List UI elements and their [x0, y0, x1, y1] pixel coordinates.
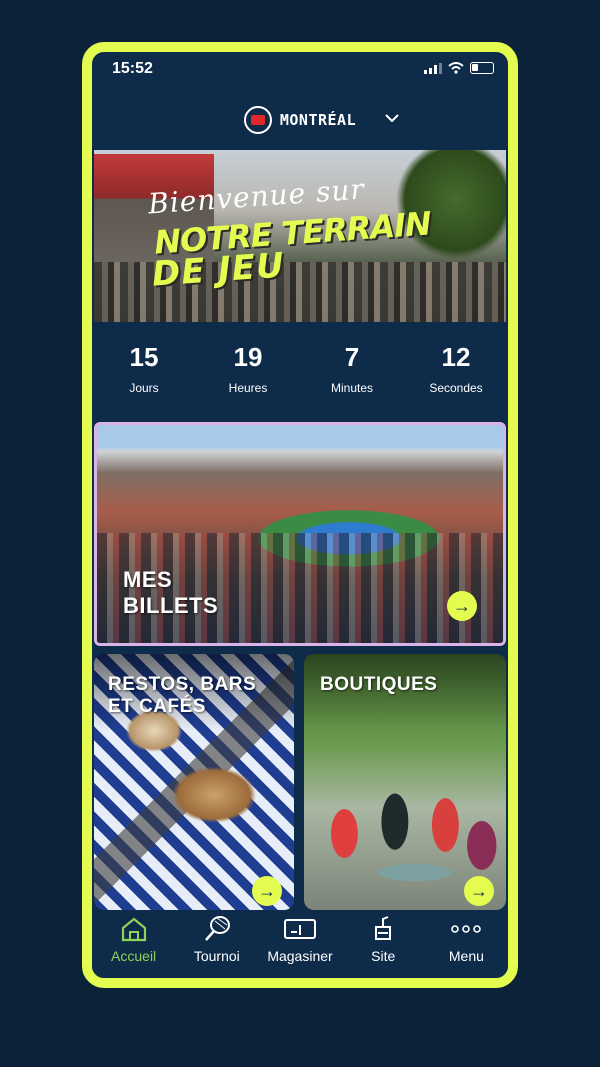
tab-label: Accueil — [111, 948, 157, 964]
countdown-value: 19 — [233, 342, 263, 372]
tab-label: Magasiner — [267, 948, 333, 964]
restaurants-title-line1: RESTOS, BARS — [108, 674, 257, 695]
countdown-value: 7 — [344, 342, 360, 372]
countdown-hours: 19 Heures — [196, 322, 300, 414]
tab-site[interactable]: Site — [342, 910, 425, 978]
signal-icon — [424, 63, 442, 74]
phone-frame: 15:52 MONTRÉAL Bienvenue sur NOTRE TERRA… — [82, 42, 518, 988]
status-icons — [424, 62, 494, 74]
countdown-label: Heures — [228, 381, 268, 395]
bottom-tab-bar: Accueil Tournoi Magasiner Site Menu — [92, 910, 508, 978]
my-tickets-title: MES BILLETS — [123, 567, 218, 619]
home-icon — [92, 914, 175, 944]
city-name: MONTRÉAL — [279, 111, 357, 129]
status-time: 15:52 — [112, 60, 153, 77]
more-dots-icon — [425, 914, 508, 944]
tennis-racket-icon — [175, 914, 258, 944]
restaurants-card[interactable]: RESTOS, BARS ET CAFÉS → — [94, 654, 294, 910]
restaurants-title-line2: ET CAFÉS — [108, 696, 206, 717]
tab-menu[interactable]: Menu — [425, 910, 508, 978]
countdown: 15 Jours 19 Heures 7 Minutes 12 Secondes — [92, 322, 508, 414]
boutiques-card[interactable]: BOUTIQUES → — [304, 654, 506, 910]
battery-icon — [470, 62, 494, 74]
tab-tournoi[interactable]: Tournoi — [175, 910, 258, 978]
restaurants-title: RESTOS, BARS ET CAFÉS — [108, 674, 256, 718]
countdown-label: Jours — [129, 381, 159, 395]
ticket-icon — [258, 914, 341, 944]
countdown-value: 15 — [129, 342, 159, 372]
arrow-right-icon[interactable]: → — [447, 591, 477, 621]
tab-label: Tournoi — [193, 948, 240, 964]
tab-accueil[interactable]: Accueil — [92, 910, 175, 978]
tab-label: Menu — [448, 948, 484, 964]
countdown-label: Secondes — [429, 381, 483, 395]
my-tickets-title-line1: MES — [123, 567, 173, 592]
location-selector[interactable]: MONTRÉAL — [92, 100, 508, 140]
countdown-value: 12 — [441, 342, 471, 372]
status-bar: 15:52 — [92, 52, 508, 92]
cup-icon — [342, 914, 425, 944]
welcome-banner: Bienvenue sur NOTRE TERRAIN DE JEU — [94, 150, 506, 322]
tab-magasiner[interactable]: Magasiner — [258, 910, 341, 978]
wifi-icon — [448, 62, 464, 74]
tournament-logo-icon — [243, 106, 272, 134]
tab-label: Site — [371, 948, 396, 964]
home-indicator — [222, 980, 378, 984]
arrow-right-icon[interactable]: → — [464, 876, 494, 906]
countdown-days: 15 Jours — [92, 322, 196, 414]
boutiques-title: BOUTIQUES — [320, 674, 438, 695]
countdown-minutes: 7 Minutes — [300, 322, 404, 414]
my-tickets-title-line2: BILLETS — [123, 593, 219, 618]
my-tickets-card[interactable]: MES BILLETS → — [94, 422, 506, 646]
countdown-label: Minutes — [330, 381, 374, 395]
arrow-right-icon[interactable]: → — [252, 876, 282, 906]
chevron-down-icon[interactable] — [384, 110, 400, 128]
countdown-seconds: 12 Secondes — [404, 322, 508, 414]
